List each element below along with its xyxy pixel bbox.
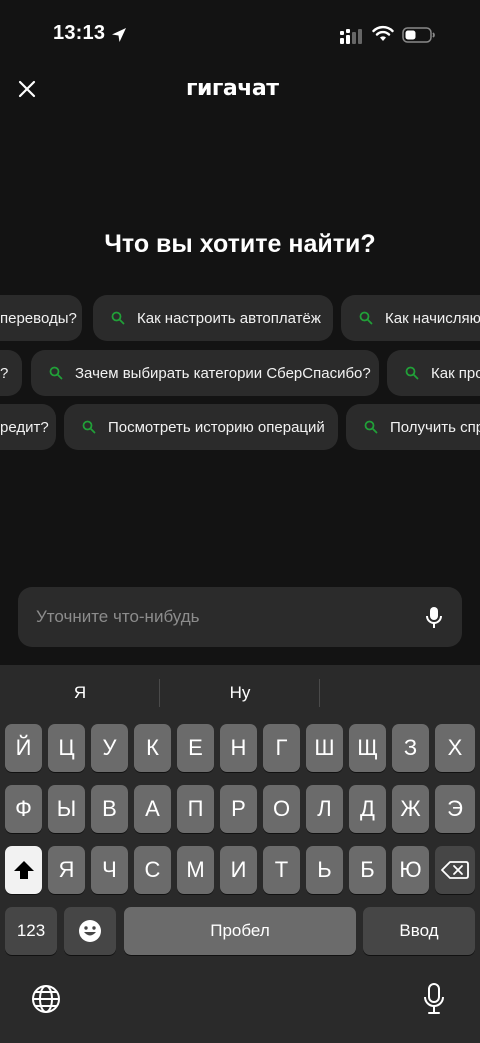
suggestions-row-2: ? Зачем выбирать категории СберСпасибо? … xyxy=(0,350,480,396)
keyboard: Я Ну Й Ц У К Е Н Г Ш Щ З Х Ф Ы В А П Р О… xyxy=(0,665,480,1043)
emoji-key[interactable] xyxy=(64,907,116,955)
key[interactable]: Ы xyxy=(48,785,85,833)
key[interactable]: Щ xyxy=(349,724,386,772)
prediction-2[interactable]: Ну xyxy=(160,665,320,721)
key[interactable]: З xyxy=(392,724,429,772)
location-arrow-icon xyxy=(112,28,126,42)
key[interactable]: Х xyxy=(435,724,475,772)
key[interactable]: Г xyxy=(263,724,300,772)
key[interactable]: В xyxy=(91,785,128,833)
key[interactable]: А xyxy=(134,785,171,833)
key[interactable]: Ч xyxy=(91,846,128,894)
shift-arrow-icon xyxy=(13,861,34,879)
suggestions-row-1: переводы? Как настроить автоплатёж Как н… xyxy=(0,295,480,341)
search-icon xyxy=(405,366,419,380)
message-input[interactable]: Уточните что-нибудь xyxy=(18,587,462,647)
key[interactable]: Н xyxy=(220,724,257,772)
search-icon xyxy=(364,420,378,434)
page-title: Что вы хотите найти? xyxy=(104,230,376,258)
key[interactable]: Ф xyxy=(5,785,42,833)
enter-key[interactable]: Ввод xyxy=(363,907,475,955)
suggestion-chip[interactable]: Как про xyxy=(387,350,480,396)
emoji-icon xyxy=(79,920,101,942)
suggestion-chip[interactable]: переводы? xyxy=(0,295,82,341)
globe-icon[interactable] xyxy=(30,983,62,1015)
suggestion-chip[interactable]: Зачем выбирать категории СберСпасибо? xyxy=(31,350,379,396)
input-placeholder: Уточните что-нибудь xyxy=(36,607,200,626)
close-button[interactable] xyxy=(14,76,40,102)
predictive-bar: Я Ну xyxy=(0,665,480,721)
prediction-1[interactable]: Я xyxy=(0,665,160,721)
key[interactable]: Ж xyxy=(392,785,429,833)
suggestions-row-3: редит? Посмотреть историю операций Получ… xyxy=(0,404,480,450)
shift-key[interactable] xyxy=(5,846,42,894)
prediction-3[interactable] xyxy=(320,665,480,721)
suggestion-chip[interactable]: Посмотреть историю операций xyxy=(64,404,338,450)
cellular-signal-icon xyxy=(340,29,362,44)
dictation-microphone-icon[interactable] xyxy=(422,982,446,1016)
key[interactable]: Ц xyxy=(48,724,85,772)
suggestion-chip[interactable]: редит? xyxy=(0,404,56,450)
key[interactable]: Э xyxy=(435,785,475,833)
key[interactable]: Ь xyxy=(306,846,343,894)
brand-logo: гигачат xyxy=(186,76,279,101)
status-time: 13:13 xyxy=(53,22,106,44)
key[interactable]: С xyxy=(134,846,171,894)
key[interactable]: Р xyxy=(220,785,257,833)
key[interactable]: Л xyxy=(306,785,343,833)
numbers-key[interactable]: 123 xyxy=(5,907,57,955)
space-key[interactable]: Пробел xyxy=(124,907,356,955)
key[interactable]: У xyxy=(91,724,128,772)
suggestion-chip[interactable]: ? xyxy=(0,350,22,396)
key[interactable]: Е xyxy=(177,724,214,772)
key[interactable]: Д xyxy=(349,785,386,833)
suggestion-chip[interactable]: Как начисляют xyxy=(341,295,480,341)
key[interactable]: Ю xyxy=(392,846,429,894)
key[interactable]: П xyxy=(177,785,214,833)
key[interactable]: Т xyxy=(263,846,300,894)
search-icon xyxy=(111,311,125,325)
suggestion-chip[interactable]: Получить спр xyxy=(346,404,480,450)
key[interactable]: Я xyxy=(48,846,85,894)
status-bar: 13:13 xyxy=(0,0,480,70)
key[interactable]: И xyxy=(220,846,257,894)
wifi-icon xyxy=(372,25,394,41)
backspace-icon xyxy=(441,861,469,879)
backspace-key[interactable] xyxy=(435,846,475,894)
search-icon xyxy=(49,366,63,380)
key[interactable]: Б xyxy=(349,846,386,894)
key[interactable]: Й xyxy=(5,724,42,772)
key[interactable]: О xyxy=(263,785,300,833)
key[interactable]: К xyxy=(134,724,171,772)
key[interactable]: М xyxy=(177,846,214,894)
key[interactable]: Ш xyxy=(306,724,343,772)
microphone-icon[interactable] xyxy=(422,605,446,631)
suggestion-chip[interactable]: Как настроить автоплатёж xyxy=(93,295,333,341)
search-icon xyxy=(359,311,373,325)
battery-icon xyxy=(402,27,435,43)
search-icon xyxy=(82,420,96,434)
